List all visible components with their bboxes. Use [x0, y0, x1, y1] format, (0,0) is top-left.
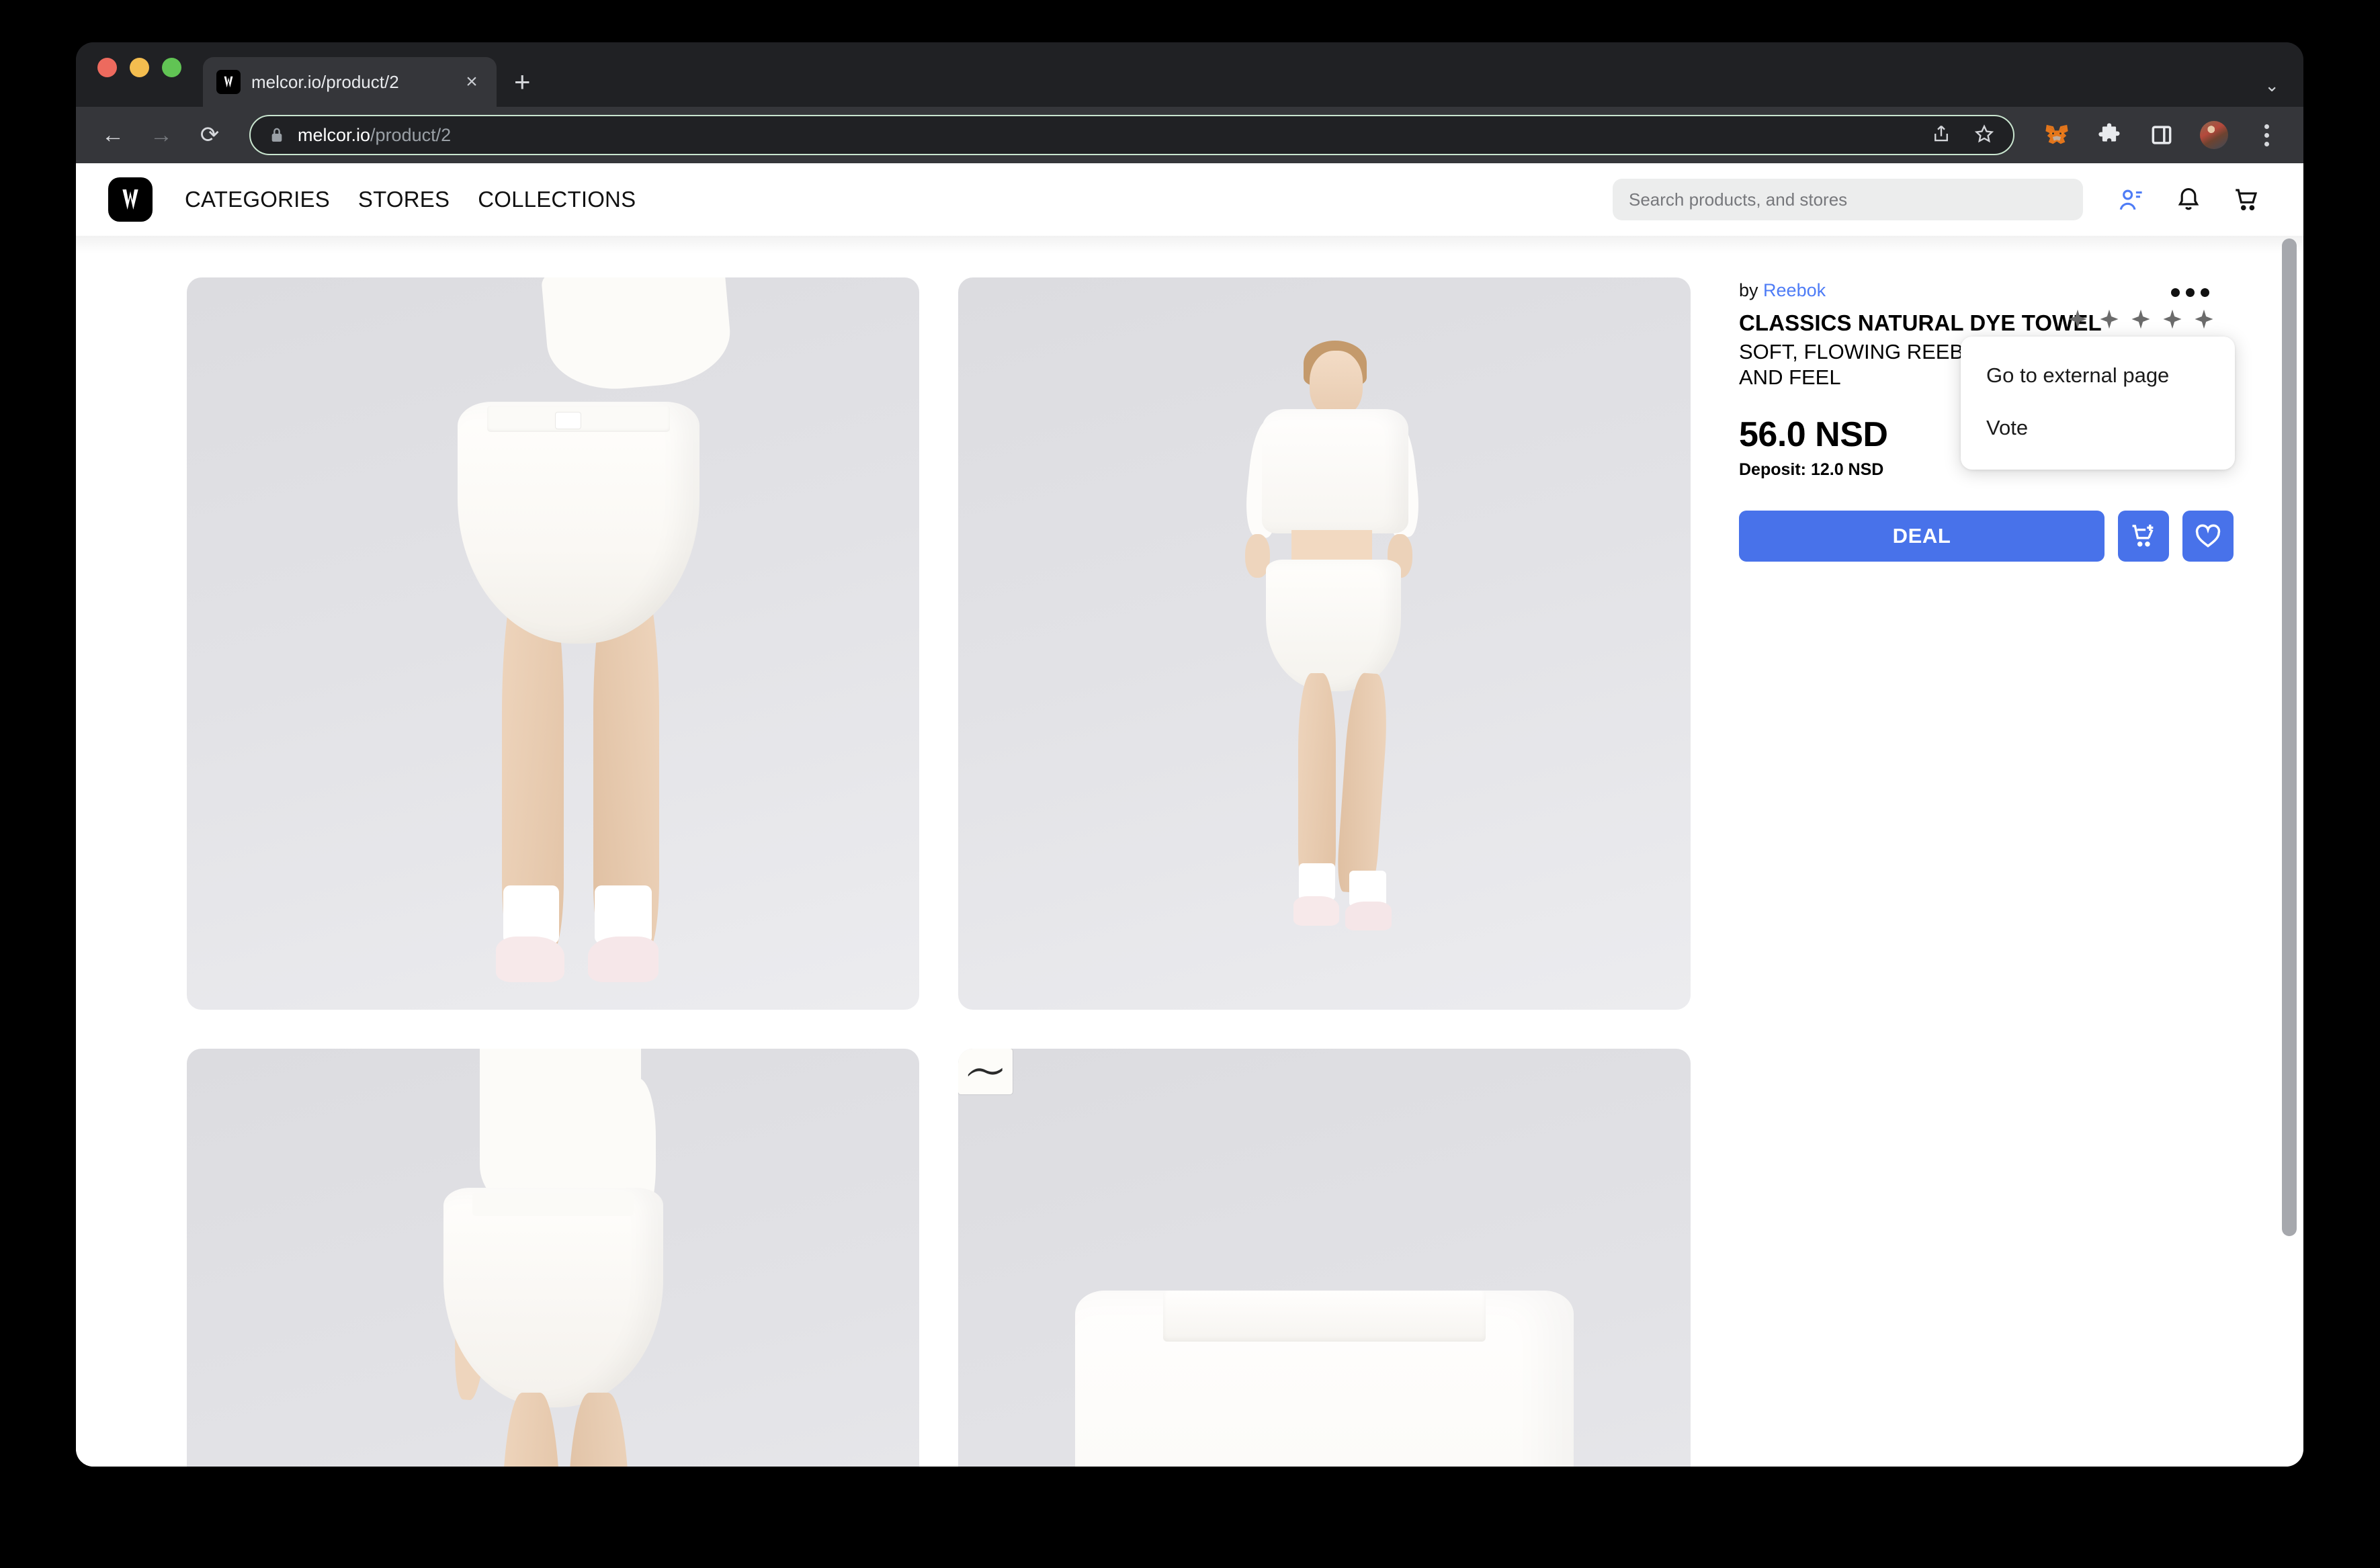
heart-icon: [2195, 524, 2221, 548]
notifications-bell-icon[interactable]: [2173, 184, 2204, 215]
nav-link-collections[interactable]: COLLECTIONS: [478, 187, 636, 212]
close-window-button[interactable]: [97, 57, 117, 77]
nav-link-stores[interactable]: STORES: [358, 187, 450, 212]
close-icon[interactable]: ×: [460, 72, 483, 92]
shopping-cart-icon[interactable]: [2231, 184, 2262, 215]
by-label: by: [1739, 280, 1758, 300]
minimize-window-button[interactable]: [130, 57, 149, 77]
context-dropdown-menu: Go to external page Vote: [1961, 337, 2235, 470]
menu-item-vote[interactable]: Vote: [1961, 406, 2235, 449]
browser-tab-strip: melcor.io/product/2 × + ⌄: [76, 42, 2303, 107]
account-icon[interactable]: [2115, 184, 2146, 215]
three-dots-icon[interactable]: [2168, 277, 2212, 307]
search-box[interactable]: [1613, 179, 2083, 220]
url-path: /product/2: [370, 124, 452, 145]
star-icon: [2131, 309, 2150, 329]
add-to-cart-button[interactable]: [2118, 510, 2169, 562]
new-tab-button[interactable]: +: [514, 68, 531, 96]
tab-title: melcor.io/product/2: [251, 71, 399, 92]
address-bar[interactable]: melcor.io/product/2: [249, 115, 2014, 155]
url-text: melcor.io/product/2: [298, 125, 451, 146]
product-byline: by Reebok: [1739, 280, 2236, 301]
side-panel-icon[interactable]: [2148, 121, 2176, 149]
product-info-panel: by Reebok CLASSICS NATURAL DYE TOWEL SOF…: [1739, 277, 2236, 1467]
url-domain: melcor.io: [298, 124, 371, 145]
chrome-menu-icon[interactable]: [2252, 121, 2281, 149]
reload-button[interactable]: ⟳: [196, 124, 224, 146]
profile-avatar[interactable]: [2200, 121, 2228, 149]
deal-button[interactable]: DEAL: [1739, 510, 2105, 562]
browser-window: melcor.io/product/2 × + ⌄ ← → ⟳ melcor.i…: [76, 42, 2303, 1467]
brand-link[interactable]: Reebok: [1763, 280, 1826, 300]
forward-button[interactable]: →: [147, 124, 175, 146]
share-icon[interactable]: [1931, 124, 1951, 147]
rating-stars[interactable]: [2066, 307, 2216, 331]
cart-plus-icon: [2132, 524, 2154, 547]
melcor-logo-icon: [216, 70, 241, 94]
product-photo-4[interactable]: [958, 1049, 1691, 1467]
product-photo-1[interactable]: [187, 277, 919, 1010]
page-scrollbar[interactable]: [2282, 238, 2297, 1273]
product-actions: DEAL: [1739, 510, 2236, 562]
main-navigation: CATEGORIES STORES COLLECTIONS: [185, 187, 636, 212]
melcor-logo-icon[interactable]: [108, 177, 153, 222]
star-icon[interactable]: [1974, 124, 1994, 147]
site-header: CATEGORIES STORES COLLECTIONS: [76, 163, 2303, 236]
wishlist-button[interactable]: [2182, 510, 2234, 562]
browser-toolbar: ← → ⟳ melcor.io/product/2: [76, 107, 2303, 163]
web-page: CATEGORIES STORES COLLECTIONS Search pro…: [76, 163, 2303, 1467]
metamask-fox-icon[interactable]: [2043, 121, 2071, 149]
star-icon: [2163, 309, 2182, 329]
header-icons: [2115, 184, 2262, 215]
reebok-tag-icon: [958, 1049, 1013, 1094]
search-input[interactable]: [1629, 189, 2067, 210]
lock-icon: [269, 126, 284, 144]
browser-tab-active[interactable]: melcor.io/product/2 ×: [203, 57, 497, 107]
star-icon: [2195, 309, 2213, 329]
product-page-content: by Reebok CLASSICS NATURAL DYE TOWEL SOF…: [76, 236, 2303, 1467]
browser-toolbar-icons: [2035, 121, 2281, 149]
nav-link-categories[interactable]: CATEGORIES: [185, 187, 330, 212]
product-gallery: [76, 277, 1691, 1467]
window-traffic-lights: [97, 42, 181, 107]
star-icon: [2100, 309, 2119, 329]
product-photo-2[interactable]: [958, 277, 1691, 1010]
maximize-window-button[interactable]: [162, 57, 181, 77]
back-button[interactable]: ←: [99, 124, 127, 146]
star-icon: [2068, 309, 2087, 329]
menu-item-go-to-external-page[interactable]: Go to external page: [1961, 354, 2235, 397]
product-photo-3[interactable]: [187, 1049, 919, 1467]
header-right-group: [1613, 179, 2262, 220]
chevron-down-icon[interactable]: ⌄: [2264, 75, 2279, 96]
extensions-puzzle-icon[interactable]: [2095, 121, 2123, 149]
page-scrollbar-thumb[interactable]: [2282, 238, 2297, 1236]
omnibox-actions: [1931, 124, 1994, 147]
